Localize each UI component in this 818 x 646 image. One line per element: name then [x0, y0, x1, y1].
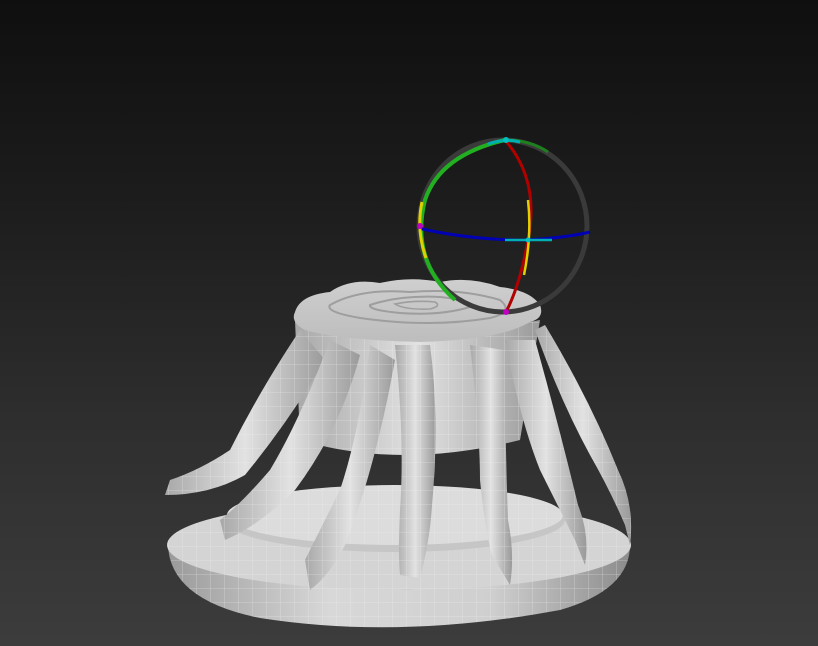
gizmo-x-ring[interactable] [503, 139, 533, 313]
gizmo-left-handle[interactable] [417, 223, 423, 229]
3d-viewport[interactable] [0, 0, 818, 646]
gizmo-z-ring[interactable] [417, 226, 591, 242]
gizmo-y-ring[interactable] [419, 138, 506, 302]
gizmo-center-handle[interactable] [525, 237, 531, 243]
gizmo-top-handle[interactable] [503, 137, 509, 143]
scene-canvas[interactable] [0, 0, 818, 646]
gizmo-bottom-handle[interactable] [503, 309, 509, 315]
